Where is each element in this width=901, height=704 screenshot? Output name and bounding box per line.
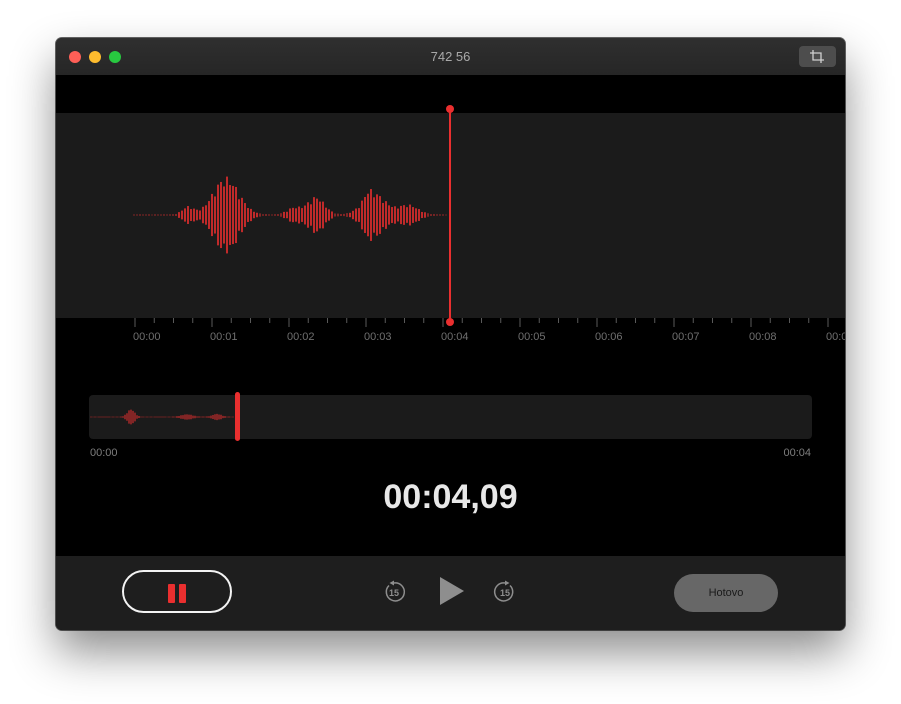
ruler-label: 00:03 (364, 331, 392, 343)
pause-icon-right-bar (179, 584, 186, 603)
play-button[interactable] (438, 575, 466, 607)
overview-position-handle[interactable] (235, 392, 240, 441)
ruler-label: 00:05 (518, 331, 546, 343)
done-button[interactable]: Hotovo (674, 574, 778, 612)
crop-icon (810, 50, 824, 63)
control-bar: 15 15 Hotovo (56, 556, 845, 630)
overview-end-time: 00:04 (783, 447, 811, 459)
play-icon (440, 577, 464, 605)
ruler-label: 00:08 (749, 331, 777, 343)
overview-start-time: 00:00 (90, 447, 118, 459)
ruler-label: 00:02 (287, 331, 315, 343)
trim-button[interactable] (799, 46, 836, 67)
skip-back-label: 15 (389, 588, 399, 598)
pause-recording-button[interactable] (122, 570, 232, 613)
pause-icon-left-bar (168, 584, 175, 603)
ruler-label: 00:01 (210, 331, 238, 343)
title-bar: 742 56 (56, 38, 845, 75)
ruler-label: 00:00 (133, 331, 161, 343)
ruler-label: 00:07 (672, 331, 700, 343)
skip-back-15-button[interactable]: 15 (382, 580, 406, 604)
playhead[interactable] (449, 106, 451, 322)
elapsed-time: 00:04,09 (383, 478, 518, 516)
skip-forward-15-button[interactable]: 15 (493, 580, 517, 604)
playhead-bottom-handle[interactable] (446, 318, 454, 326)
playhead-top-handle[interactable] (446, 105, 454, 113)
ruler-label: 00:06 (595, 331, 623, 343)
ruler-label: 00:09 (826, 331, 845, 343)
ruler-label: 00:04 (441, 331, 469, 343)
window-title: 742 56 (430, 49, 471, 64)
skip-forward-label: 15 (500, 588, 510, 598)
overview-waveform (90, 409, 234, 425)
voice-memo-window: 742 56 00:00 00:01 00:02 00:03 00:04 00:05 00:… (56, 38, 845, 630)
